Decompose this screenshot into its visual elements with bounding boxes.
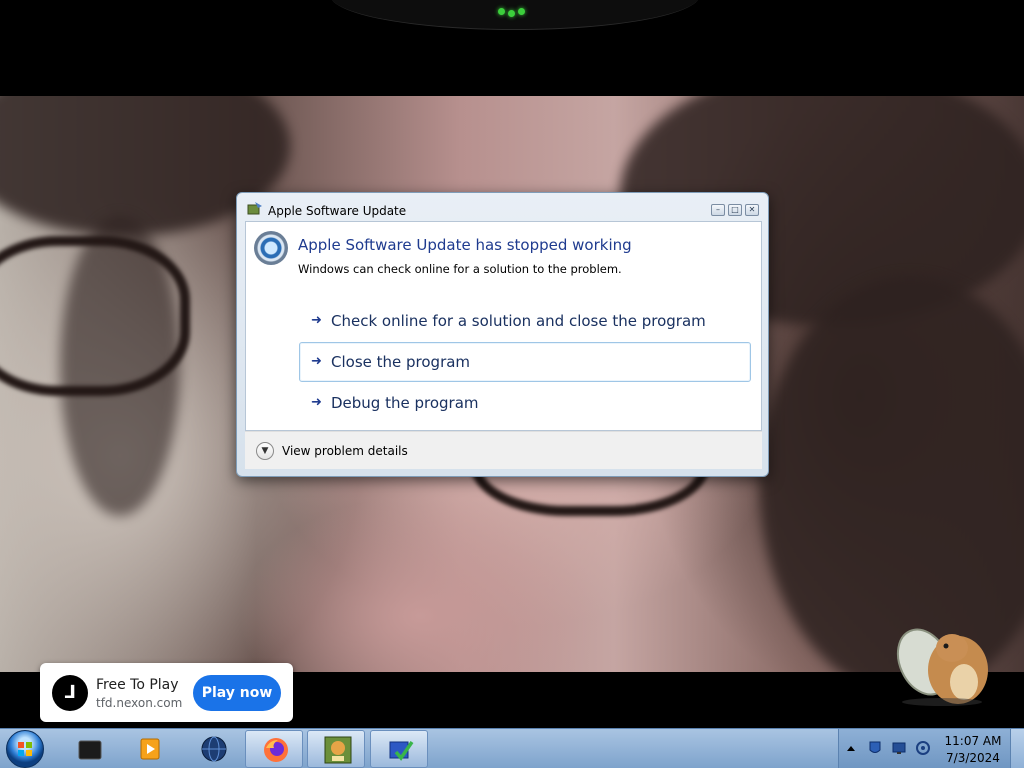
taskbar-box-game[interactable] (307, 730, 365, 768)
taskbar-media-center[interactable] (60, 730, 118, 768)
taskbar-shortcut-app[interactable] (370, 730, 428, 768)
indicator-light-icon (498, 8, 505, 15)
chevron-down-icon[interactable]: ▼ (256, 442, 274, 460)
box-game-icon (324, 736, 352, 764)
close-button[interactable]: ✕ (745, 204, 759, 216)
taskbar-globe-app[interactable] (184, 730, 242, 768)
indicator-light-icon (508, 10, 515, 17)
command-label: Check online for a solution and close th… (331, 312, 706, 330)
start-button[interactable] (6, 730, 44, 768)
debug-program-command-link[interactable]: ➜ Debug the program (299, 383, 751, 423)
taskbar-firefox[interactable] (245, 730, 303, 768)
desktop-screen: Apple Software Update – □ ✕ Apple Softwa… (0, 0, 1024, 768)
ad-banner[interactable]: ⅃ Free To Play tfd.nexon.com Play now (40, 663, 293, 722)
taskbar: 11:07 AM 7/3/2024 (0, 728, 1024, 768)
taskbar-media-player[interactable] (120, 730, 178, 768)
top-notch (330, 0, 700, 30)
clock-date[interactable]: 7/3/2024 (941, 751, 1005, 765)
dialog-title: Apple Software Update (268, 204, 407, 218)
checkmark-shortcut-icon (389, 741, 414, 761)
media-center-icon (78, 740, 102, 760)
defender-shield-icon[interactable] (867, 740, 883, 756)
hamster-gadget-icon[interactable] (886, 622, 998, 708)
ad-domain: tfd.nexon.com (96, 696, 183, 710)
arrow-right-icon: ➜ (311, 313, 322, 328)
arrow-right-icon: ➜ (311, 354, 322, 369)
dialog-content: Apple Software Update has stopped workin… (245, 221, 762, 431)
firefox-icon (264, 738, 288, 762)
maximize-button[interactable]: □ (728, 204, 742, 216)
content-text: Windows can check online for a solution … (298, 262, 622, 276)
arrow-right-icon: ➜ (311, 395, 322, 410)
dialog-titlebar[interactable]: Apple Software Update – □ ✕ (237, 193, 768, 221)
command-label: Debug the program (331, 394, 479, 412)
main-instruction: Apple Software Update has stopped workin… (298, 236, 632, 254)
windows-logo-icon (18, 742, 24, 748)
vlc-player-icon (140, 738, 160, 760)
globe-icon (201, 736, 227, 762)
system-tray: 11:07 AM 7/3/2024 (838, 729, 1024, 768)
ad-title: Free To Play (96, 677, 179, 693)
nexon-logo-icon: ⅃ (52, 675, 88, 711)
details-label: View problem details (282, 444, 408, 458)
close-program-command-link[interactable]: ➜ Close the program (299, 342, 751, 382)
volume-icon[interactable] (915, 740, 931, 756)
minimize-button[interactable]: – (711, 204, 725, 216)
command-label: Close the program (331, 353, 471, 371)
play-now-button[interactable]: Play now (193, 675, 281, 711)
top-bezel (0, 0, 1024, 96)
check-online-command-link[interactable]: ➜ Check online for a solution and close … (299, 301, 751, 341)
software-update-icon (254, 231, 288, 265)
show-desktop-button[interactable] (1010, 729, 1024, 768)
problem-details-toggle[interactable]: ▼ View problem details (245, 431, 762, 469)
network-icon[interactable] (891, 740, 907, 756)
clock-time[interactable]: 11:07 AM (941, 734, 1005, 748)
chevron-up-icon[interactable] (843, 740, 859, 756)
error-dialog: Apple Software Update – □ ✕ Apple Softwa… (236, 192, 769, 477)
indicator-light-icon (518, 8, 525, 15)
app-update-icon (247, 202, 262, 215)
